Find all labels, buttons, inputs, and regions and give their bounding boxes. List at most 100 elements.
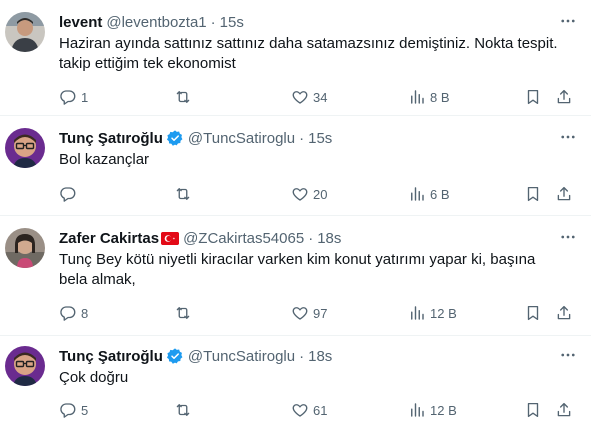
share-button[interactable] [555, 86, 573, 108]
bookmark-button[interactable] [524, 86, 542, 108]
reply-button[interactable]: 1 [59, 86, 88, 108]
tweet-text: Tunç Bey kötü niyetli kiracılar varken k… [59, 250, 574, 290]
like-button[interactable]: 34 [291, 86, 327, 108]
tweet-header: Tunç Şatıroğlu @TuncSatiroglu · 18s [59, 346, 332, 366]
bookmark-button[interactable] [524, 399, 542, 421]
reply-button[interactable]: 8 [59, 302, 88, 324]
author-handle[interactable]: @leventbozta1 [106, 14, 206, 31]
reply-icon [60, 90, 76, 105]
more-icon[interactable] [559, 346, 577, 364]
bookmark-icon [527, 305, 539, 321]
timestamp[interactable]: 18s [317, 230, 341, 247]
more-icon[interactable] [559, 128, 577, 146]
reply-count: 5 [81, 402, 89, 418]
views-icon [411, 306, 424, 320]
retweet-button[interactable] [174, 399, 196, 421]
reply-icon [60, 306, 76, 321]
avatar[interactable] [5, 12, 45, 52]
author-name[interactable]: Tunç Şatıroğlu [59, 348, 163, 365]
views-icon [411, 187, 424, 201]
reply-count: 8 [81, 305, 89, 321]
tweet-actions: 5 61 12 B [59, 399, 579, 421]
views-icon [411, 403, 424, 417]
retweet-button[interactable] [174, 302, 196, 324]
author-handle[interactable]: @ZCakirtas54065 [183, 230, 304, 247]
share-icon [557, 305, 571, 320]
share-icon [557, 89, 571, 104]
author-name[interactable]: Zafer Cakirtas [59, 230, 159, 247]
bookmark-icon [527, 186, 539, 202]
tweet-text-line: takip ettiğim tek ekonomist [59, 55, 236, 72]
tweet-header: Tunç Şatıroğlu @TuncSatiroglu · 15s [59, 128, 332, 148]
share-button[interactable] [555, 183, 573, 205]
bookmark-button[interactable] [524, 302, 542, 324]
retweet-button[interactable] [174, 183, 196, 205]
author-name[interactable]: Tunç Şatıroğlu [59, 130, 163, 147]
views-count: 12 B [430, 305, 457, 321]
retweet-button[interactable] [174, 86, 196, 108]
tweet-text-line: Bol kazançlar [59, 151, 150, 168]
views-count: 6 B [430, 186, 450, 202]
like-button[interactable]: 61 [291, 399, 327, 421]
timestamp[interactable]: 15s [308, 130, 332, 147]
share-icon [557, 186, 571, 201]
like-button[interactable]: 20 [291, 183, 327, 205]
author-name[interactable]: levent [59, 14, 102, 31]
reply-icon [60, 403, 76, 418]
tweet[interactable]: Zafer Cakirtas @ZCakirtas54065 · 18s Tun… [0, 216, 591, 336]
share-button[interactable] [555, 302, 573, 324]
author-handle[interactable]: @TuncSatiroglu [188, 130, 295, 147]
retweet-icon [176, 307, 190, 319]
like-count: 34 [313, 89, 328, 105]
views-count: 12 B [430, 402, 457, 418]
retweet-icon [176, 91, 190, 103]
avatar[interactable] [5, 346, 45, 386]
verified-badge-icon [166, 348, 183, 364]
tweet-text-line: Haziran ayında sattınız sattınız daha sa… [59, 35, 558, 52]
heart-icon [292, 188, 308, 201]
views-button[interactable]: 12 B [408, 399, 457, 421]
reply-button[interactable]: 5 [59, 399, 88, 421]
turkey-flag-icon [161, 231, 180, 245]
timestamp[interactable]: 18s [308, 348, 332, 365]
bookmark-button[interactable] [524, 183, 542, 205]
avatar[interactable] [5, 128, 45, 168]
timestamp[interactable]: 15s [220, 14, 244, 31]
heart-icon [292, 91, 308, 104]
tweet[interactable]: Tunç Şatıroğlu @TuncSatiroglu · 18s Çok … [0, 336, 591, 433]
verified-badge-icon [166, 130, 183, 146]
retweet-icon [176, 188, 190, 200]
views-icon [411, 90, 424, 104]
like-count: 97 [313, 305, 328, 321]
tweet-text: Çok doğru [59, 368, 574, 388]
retweet-icon [176, 404, 190, 416]
share-icon [557, 402, 571, 417]
bookmark-icon [527, 89, 539, 105]
tweet-text: Bol kazançlar [59, 150, 574, 170]
views-button[interactable]: 6 B [408, 183, 450, 205]
more-icon[interactable] [559, 12, 577, 30]
reply-icon [60, 187, 76, 202]
author-handle[interactable]: @TuncSatiroglu [188, 348, 295, 365]
reply-count: 1 [81, 89, 89, 105]
tweet-header: levent @leventbozta1 · 15s [59, 12, 244, 32]
heart-icon [292, 404, 308, 417]
separator: · [308, 229, 314, 247]
separator: · [299, 347, 305, 365]
tweet-thread: levent @leventbozta1 · 15s Haziran ayınd… [0, 0, 591, 433]
tweet[interactable]: Tunç Şatıroğlu @TuncSatiroglu · 15s Bol … [0, 116, 591, 216]
bookmark-icon [527, 402, 539, 418]
like-button[interactable]: 97 [291, 302, 327, 324]
tweet-text: Haziran ayında sattınız sattınız daha sa… [59, 34, 574, 74]
views-button[interactable]: 12 B [408, 302, 457, 324]
tweet[interactable]: levent @leventbozta1 · 15s Haziran ayınd… [0, 0, 591, 116]
share-button[interactable] [555, 399, 573, 421]
tweet-text-line: Tunç Bey kötü niyetli kiracılar varken k… [59, 251, 536, 268]
reply-button[interactable] [59, 183, 81, 205]
separator: · [210, 13, 216, 31]
tweet-actions: 1 34 8 B [59, 86, 579, 108]
like-count: 61 [313, 402, 328, 418]
more-icon[interactable] [559, 228, 577, 246]
avatar[interactable] [5, 228, 45, 268]
views-button[interactable]: 8 B [408, 86, 450, 108]
